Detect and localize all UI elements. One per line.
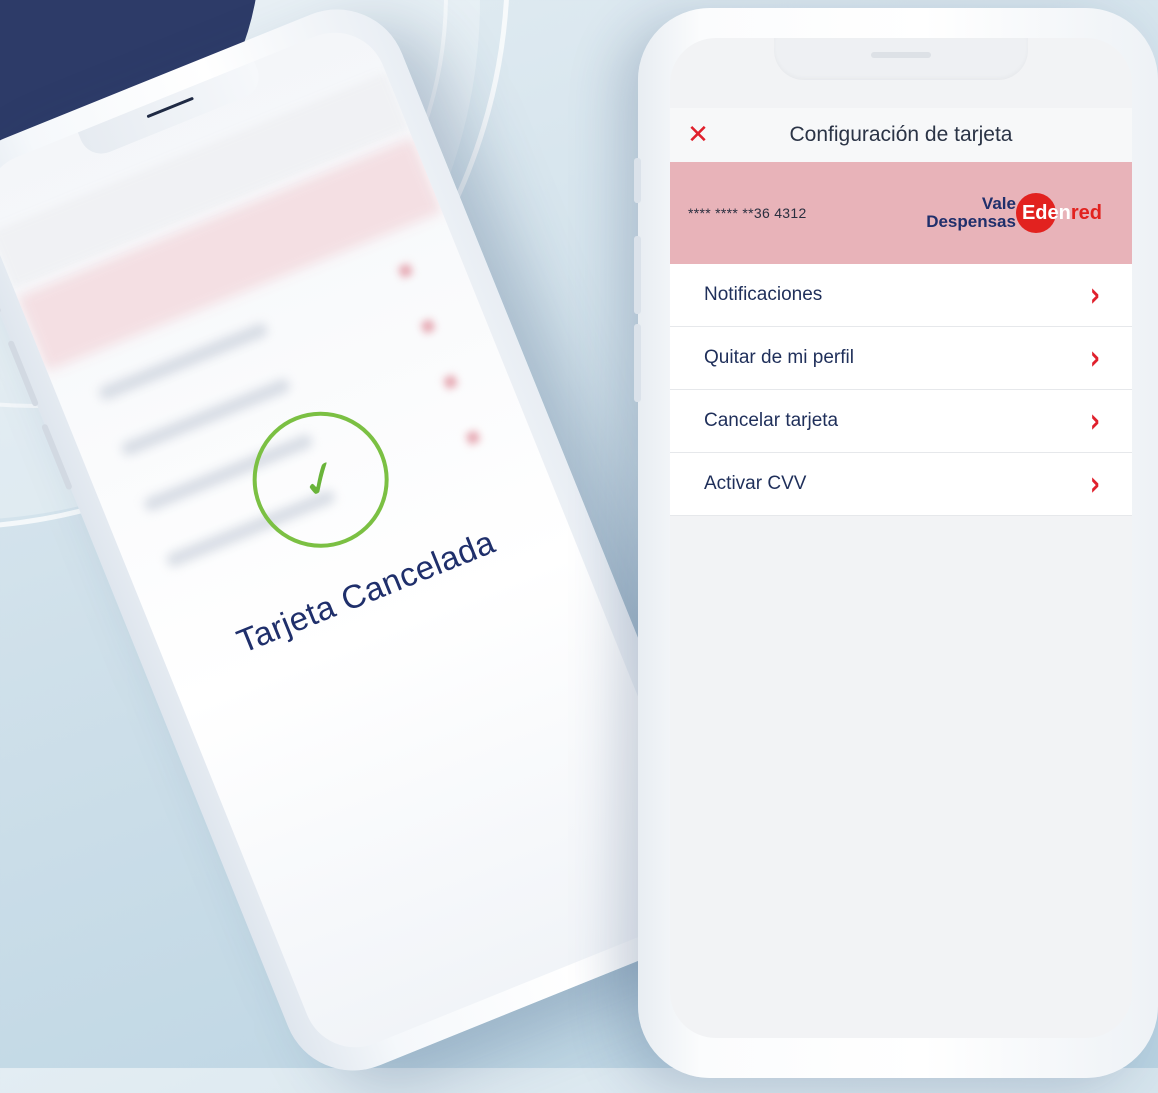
phone-notch [774, 38, 1028, 80]
edenred-wordmark: Edenred [1018, 202, 1102, 225]
phone-volume-down-button [634, 324, 641, 402]
vale-despensas-edenred-logo: Vale Despensas Edenred [926, 193, 1102, 233]
menu-item-label: Notificaciones [704, 284, 823, 305]
app-header: ✕ Configuración de tarjeta [670, 108, 1132, 163]
menu-item-notificaciones[interactable]: Notificaciones › [670, 264, 1132, 327]
menu-item-label: Activar CVV [704, 473, 807, 494]
blurred-chevron [397, 262, 414, 279]
menu-item-cancelar-tarjeta[interactable]: Cancelar tarjeta › [670, 390, 1132, 453]
chevron-right-icon: › [1089, 401, 1101, 441]
menu-item-label: Cancelar tarjeta [704, 410, 839, 431]
blurred-chevron [420, 318, 436, 335]
card-banner: **** **** **36 4312 Vale Despensas Edenr… [670, 162, 1132, 264]
menu-item-quitar-de-mi-perfil[interactable]: Quitar de mi perfil › [670, 327, 1132, 390]
phone-right: ✕ Configuración de tarjeta **** **** **3… [634, 8, 1158, 1078]
brand-line-despensas: Despensas [926, 212, 1016, 231]
cancel-confirmation: ✓ Tarjeta Cancelada [98, 337, 571, 689]
chevron-right-icon: › [1089, 275, 1101, 315]
edenred-wordmark-outside: red [1070, 201, 1102, 224]
card-number: **** **** **36 4312 [688, 205, 807, 221]
phone-volume-up-button [634, 236, 641, 314]
settings-menu: Notificaciones › Quitar de mi perfil › C… [670, 264, 1132, 516]
chevron-right-icon: › [1089, 338, 1101, 378]
phone-right-screen: ✕ Configuración de tarjeta **** **** **3… [670, 38, 1132, 1038]
close-icon: ✕ [687, 120, 709, 150]
brand-text: Vale Despensas [926, 195, 1016, 231]
speaker-grille [871, 52, 931, 58]
brand-line-vale: Vale [981, 194, 1016, 213]
page-title: Configuración de tarjeta [789, 123, 1013, 146]
chevron-right-icon: › [1089, 464, 1101, 504]
edenred-wordmark-inside: Eden [1021, 201, 1071, 224]
phone-side-button [634, 158, 641, 203]
menu-item-label: Quitar de mi perfil [704, 347, 854, 368]
edenred-logo: Edenred [1015, 193, 1102, 233]
menu-item-activar-cvv[interactable]: Activar CVV › [670, 453, 1132, 516]
check-icon: ✓ [291, 446, 350, 514]
close-button[interactable]: ✕ [670, 108, 726, 162]
check-circle-icon: ✓ [232, 391, 410, 569]
